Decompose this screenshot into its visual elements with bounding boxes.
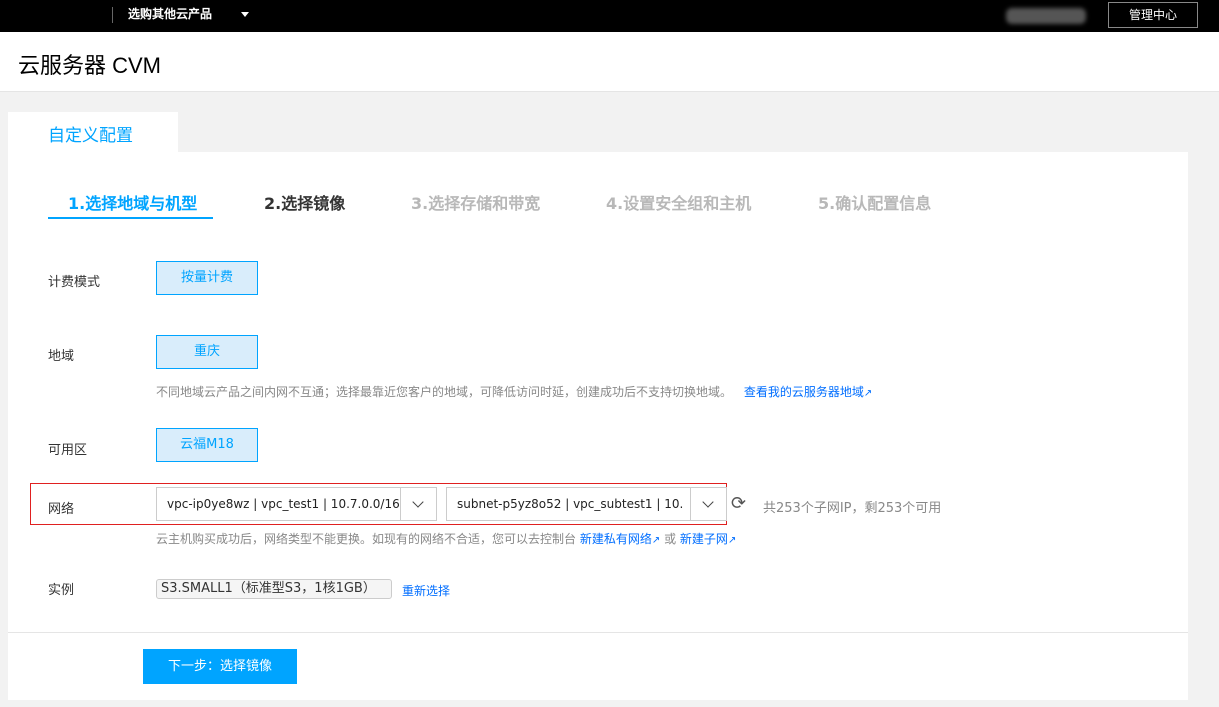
billing-option-button[interactable]: 按量计费 — [156, 261, 258, 295]
subnet-select-value: subnet-p5yz8o52 | vpc_subtest1 | 10.7.0.… — [457, 497, 683, 511]
instance-value: S3.SMALL1（标准型S3，1核1GB） — [156, 579, 392, 599]
step-confirm: 5.确认配置信息 — [818, 194, 932, 213]
create-vpc-link[interactable]: 新建私有网络 — [580, 532, 652, 546]
refresh-icon[interactable]: ⟳ — [731, 495, 749, 513]
external-link-icon: ↗ — [863, 388, 873, 399]
subnet-ip-info: 共253个子网IP，剩253个可用 — [763, 501, 942, 516]
products-menu[interactable]: 选购其他云产品 — [128, 0, 212, 32]
page-header: 云服务器 CVM — [0, 32, 1219, 92]
zone-option-button[interactable]: 云福M18 — [156, 428, 258, 462]
external-link-icon: ↗ — [651, 535, 661, 546]
user-account[interactable] — [1006, 8, 1086, 24]
create-subnet-link[interactable]: 新建子网 — [680, 532, 728, 546]
vpc-select-value: vpc-ip0ye8wz | vpc_test1 | 10.7.0.0/16 — [167, 497, 400, 511]
instance-label: 实例 — [48, 583, 75, 598]
top-nav-bar: 选购其他云产品 管理中心 — [0, 0, 1219, 32]
active-step-indicator — [48, 217, 213, 219]
reselect-link[interactable]: 重新选择 — [402, 582, 450, 599]
chevron-down-icon — [702, 496, 714, 508]
region-label: 地域 — [48, 349, 75, 364]
step-security-host: 4.设置安全组和主机 — [606, 194, 752, 213]
network-label: 网络 — [48, 502, 75, 517]
external-link-icon: ↗ — [727, 535, 737, 546]
step-region-model[interactable]: 1.选择地域与机型 — [68, 190, 197, 214]
region-link[interactable]: 查看我的云服务器地域 — [744, 385, 864, 399]
page-title: 云服务器 CVM — [18, 53, 162, 78]
vpc-dropdown-toggle[interactable] — [400, 488, 436, 520]
tab-custom-config[interactable]: 自定义配置 — [8, 112, 178, 154]
nav-divider — [112, 7, 113, 23]
vpc-select[interactable]: vpc-ip0ye8wz | vpc_test1 | 10.7.0.0/16 — [156, 487, 437, 521]
region-hint: 不同地域云产品之间内网不互通；选择最靠近您客户的地域，可降低访问时延，创建成功后… — [156, 383, 872, 400]
console-button[interactable]: 管理中心 — [1108, 2, 1198, 28]
billing-label: 计费模式 — [48, 275, 101, 290]
zone-label: 可用区 — [48, 443, 88, 458]
step-image[interactable]: 2.选择镜像 — [264, 190, 345, 214]
region-option-button[interactable]: 重庆 — [156, 335, 258, 369]
network-hint: 云主机购买成功后，网络类型不能更换。如现有的网络不合适，您可以去控制台 新建私有… — [156, 530, 736, 547]
next-step-button[interactable]: 下一步：选择镜像 — [143, 649, 297, 684]
region-hint-text: 不同地域云产品之间内网不互通；选择最靠近您客户的地域，可降低访问时延，创建成功后… — [156, 385, 733, 399]
step-storage-bandwidth: 3.选择存储和带宽 — [411, 194, 541, 213]
network-hint-text: 云主机购买成功后，网络类型不能更换。如现有的网络不合适，您可以去控制台 — [156, 532, 577, 546]
subnet-dropdown-toggle[interactable] — [690, 488, 726, 520]
subnet-select[interactable]: subnet-p5yz8o52 | vpc_subtest1 | 10.7.0.… — [446, 487, 727, 521]
chevron-down-icon — [412, 496, 424, 508]
chevron-down-icon[interactable] — [241, 12, 249, 17]
or-text: 或 — [664, 532, 677, 546]
